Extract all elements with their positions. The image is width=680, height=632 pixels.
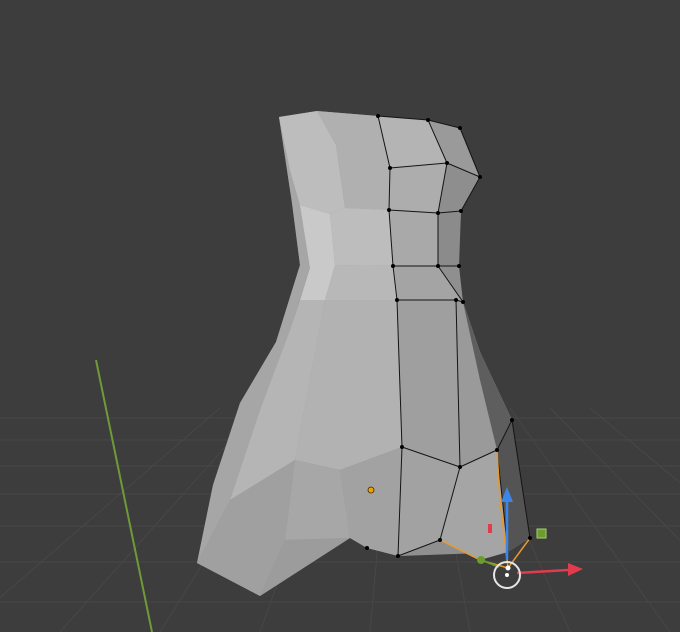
3d-viewport[interactable] — [0, 0, 680, 632]
face-right-waist — [438, 211, 461, 266]
yz-plane-handle[interactable] — [536, 528, 547, 539]
face-front-skirt-lower — [285, 460, 350, 540]
face-mid-chest — [389, 163, 447, 213]
transform-center-dot — [505, 573, 509, 577]
x-axis-arrow[interactable] — [516, 563, 583, 576]
object-origin — [367, 486, 375, 494]
xz-plane-handle[interactable] — [488, 524, 492, 533]
face-front-hip — [325, 265, 397, 300]
face-mid-skirt — [397, 300, 460, 467]
face-front-waist — [330, 208, 393, 266]
y-axis-line — [95, 359, 153, 632]
selected-vertex[interactable] — [505, 565, 511, 571]
dress-mesh[interactable] — [197, 111, 532, 596]
face-mid-waist — [389, 210, 438, 266]
viewport-canvas[interactable] — [0, 0, 680, 632]
